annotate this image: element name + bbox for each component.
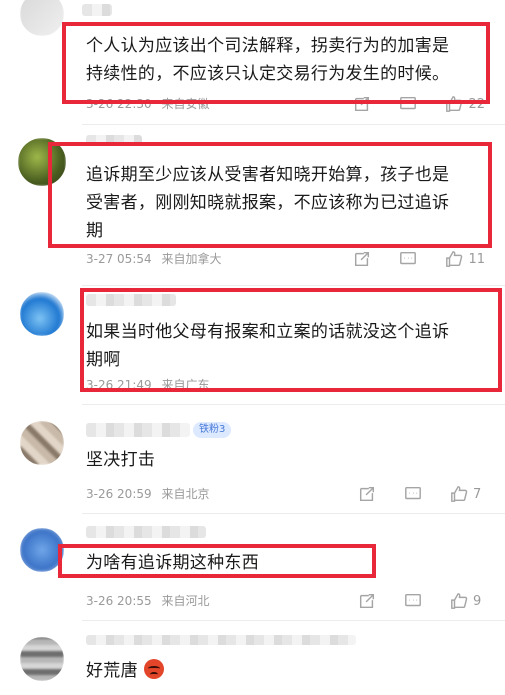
avatar[interactable] xyxy=(18,138,66,186)
fan-badge: 铁粉3 xyxy=(193,422,232,438)
username[interactable] xyxy=(86,294,176,306)
comment-date: 3-26 22:30 xyxy=(86,97,152,111)
like-icon[interactable] xyxy=(444,249,464,269)
avatar[interactable] xyxy=(20,528,64,572)
comment-actions: 11 xyxy=(326,249,485,269)
comment-actions: 22 xyxy=(326,94,485,114)
username[interactable] xyxy=(86,135,142,145)
username[interactable] xyxy=(82,4,112,16)
username[interactable] xyxy=(86,526,206,538)
comment-4: 铁粉3 坚决打击 3-26 20:59 来自北京 7 xyxy=(0,405,505,513)
username[interactable] xyxy=(86,635,356,645)
share-icon[interactable] xyxy=(352,249,372,269)
comment-location: 来自河北 xyxy=(161,594,210,608)
avatar[interactable] xyxy=(20,292,64,336)
comment-meta: 3-26 20:55 来自河北 xyxy=(86,592,215,610)
comment-text: 追诉期至少应该从受害者知晓开始算，孩子也是 受害者，刚刚知晓就报案，不应该称为已… xyxy=(86,165,450,241)
comment-meta: 3-26 21:49 来自广东 xyxy=(86,376,215,394)
comment-actions: 7 xyxy=(331,484,485,504)
like-icon[interactable] xyxy=(449,591,469,611)
comment-text: 好荒唐 xyxy=(86,657,164,685)
avatar[interactable] xyxy=(20,421,64,465)
comment-location: 来自加拿大 xyxy=(161,252,222,266)
comment-text: 如果当时他父母有报案和立案的话就没这个追诉 期啊 xyxy=(86,322,450,370)
comment-text: 为啥有追诉期这种东西 xyxy=(86,553,259,573)
like-count: 9 xyxy=(473,593,482,609)
comment-actions: 9 xyxy=(331,591,485,611)
comment-date: 3-26 21:49 xyxy=(86,378,152,392)
comment-meta: 3-27 05:54 来自加拿大 xyxy=(86,250,227,268)
comment-1: 个人认为应该出个司法解释，拐卖行为的加害是 持续性的，不应该只认定交易行为发生的… xyxy=(0,0,505,125)
share-icon[interactable] xyxy=(357,484,377,504)
comment-6: 好荒唐 xyxy=(0,621,505,695)
comment-text: 坚决打击 xyxy=(86,450,156,470)
comment-icon[interactable] xyxy=(403,591,423,611)
comment-location: 来自广东 xyxy=(161,378,210,392)
comment-date: 3-27 05:54 xyxy=(86,252,152,266)
comment-icon[interactable] xyxy=(403,484,423,504)
like-icon[interactable] xyxy=(449,484,469,504)
like-icon[interactable] xyxy=(444,94,464,114)
share-icon[interactable] xyxy=(357,591,377,611)
avatar[interactable] xyxy=(20,637,64,681)
like-count: 22 xyxy=(468,96,485,112)
comment-location: 来自安徽 xyxy=(161,97,210,111)
comment-meta: 3-26 20:59 来自北京 xyxy=(86,485,215,503)
comment-location: 来自北京 xyxy=(161,487,210,501)
username[interactable] xyxy=(86,423,190,437)
comment-date: 3-26 20:59 xyxy=(86,487,152,501)
like-count: 7 xyxy=(473,486,482,502)
angry-face-icon xyxy=(143,659,164,679)
comment-2: 追诉期至少应该从受害者知晓开始算，孩子也是 受害者，刚刚知晓就报案，不应该称为已… xyxy=(0,125,505,285)
comment-text: 个人认为应该出个司法解释，拐卖行为的加害是 持续性的，不应该只认定交易行为发生的… xyxy=(86,36,450,84)
comment-5: 为啥有追诉期这种东西 3-26 20:55 来自河北 9 xyxy=(0,514,505,620)
avatar[interactable] xyxy=(20,0,64,36)
comment-icon[interactable] xyxy=(398,249,418,269)
comment-date: 3-26 20:55 xyxy=(86,594,152,608)
comment-meta: 3-26 22:30 来自安徽 xyxy=(86,95,215,113)
share-icon[interactable] xyxy=(352,94,372,114)
comment-3: 如果当时他父母有报案和立案的话就没这个追诉 期啊 3-26 21:49 来自广东 xyxy=(0,286,505,404)
like-count: 11 xyxy=(468,251,485,267)
comment-icon[interactable] xyxy=(398,94,418,114)
